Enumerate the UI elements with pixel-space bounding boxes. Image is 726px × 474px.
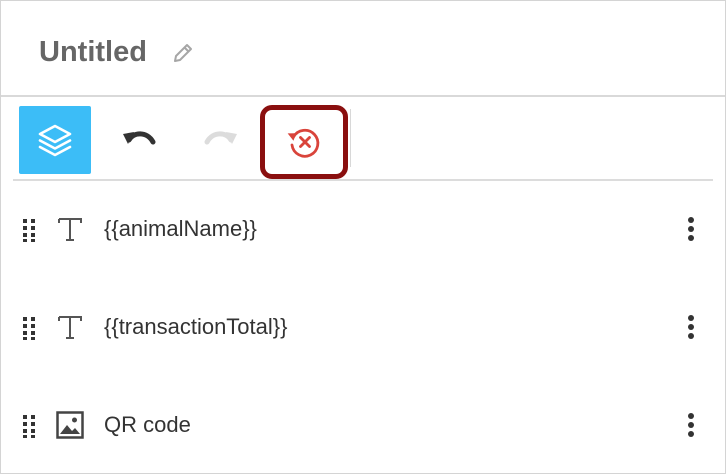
layer-label: {{animalName}} [104,216,257,241]
document-title[interactable]: Untitled [39,35,147,69]
panel-header: Untitled [1,1,725,97]
text-icon [58,316,82,339]
layer-label: {{transactionTotal}} [104,314,288,339]
pencil-icon[interactable] [171,41,195,65]
reset-history-button[interactable] [260,105,348,179]
redo-icon [204,131,237,145]
layer-row[interactable]: {{animalName}} [1,199,725,259]
toolbar-divider [350,109,351,167]
layers-button[interactable] [19,106,91,174]
drag-handle-icon[interactable] [19,413,39,439]
layer-label: QR code [104,412,191,437]
undo-button[interactable] [101,106,177,174]
drag-handle-icon[interactable] [19,217,39,243]
drag-handle-icon[interactable] [19,315,39,341]
text-icon [58,218,82,241]
editor-toolbar [13,97,713,181]
layer-row[interactable]: QR code [1,395,725,455]
more-vertical-icon[interactable] [679,213,703,245]
reset-history-icon [287,128,320,158]
layers-panel: Untitled {{animalName}} {{transactionTot… [0,0,726,474]
more-vertical-icon[interactable] [679,409,703,441]
image-icon [56,411,84,439]
more-vertical-icon[interactable] [679,311,703,343]
layer-row[interactable]: {{transactionTotal}} [1,297,725,357]
undo-icon [123,131,156,145]
layers-icon [38,124,72,157]
redo-button[interactable] [183,106,259,174]
